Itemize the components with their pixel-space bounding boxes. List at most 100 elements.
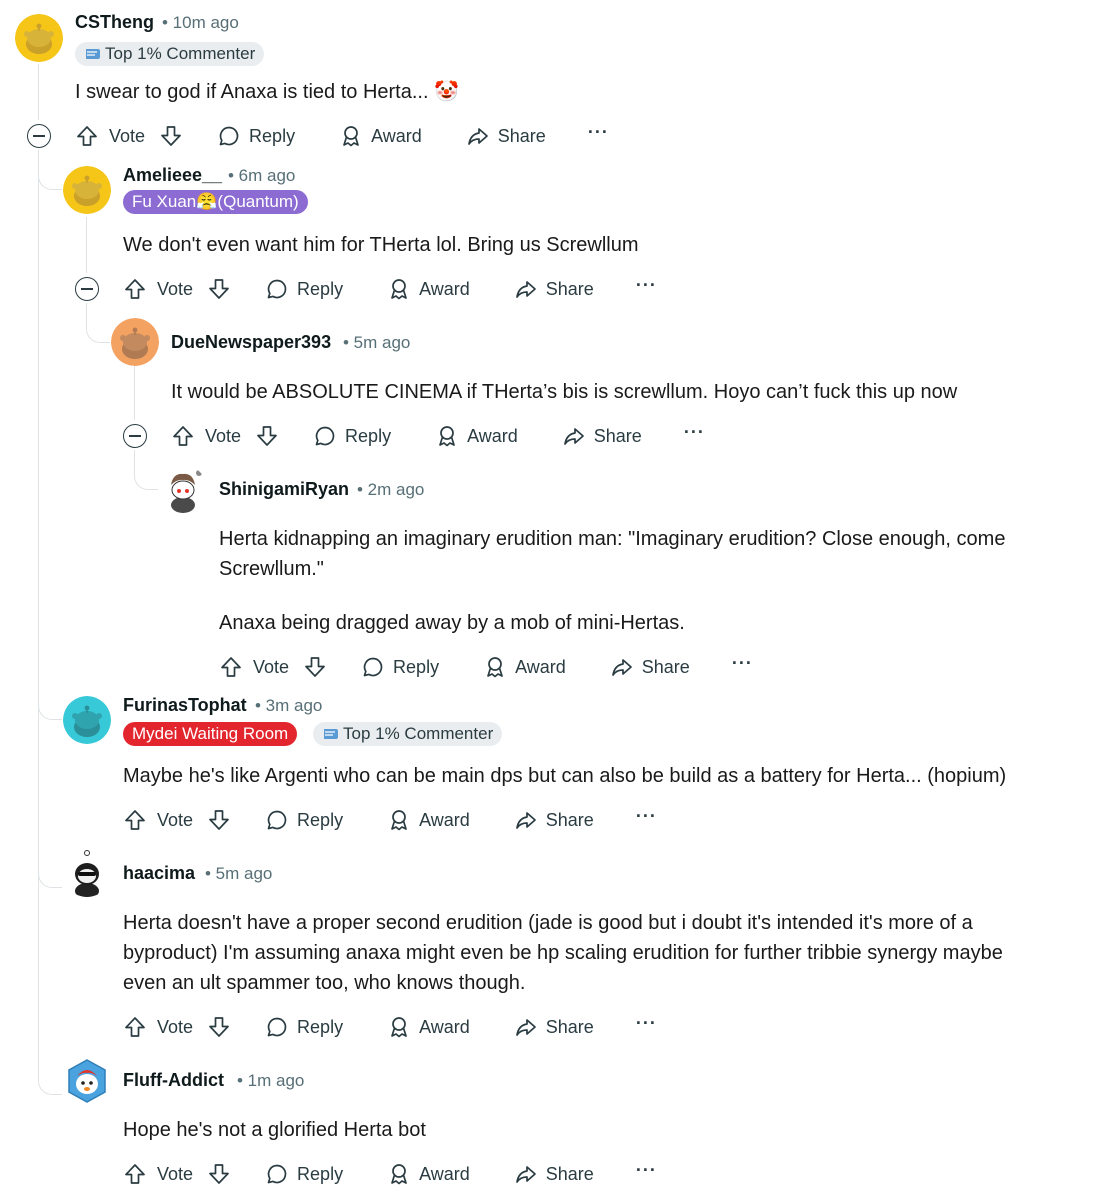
user-flair: Mydei Waiting Room [123,722,298,746]
comment-timestamp[interactable]: • 5m ago [205,864,272,884]
comment-actions: Vote Reply Award Share ··· [171,421,705,451]
comment-username[interactable]: FurinasTophat [123,695,247,716]
comment-username[interactable]: DueNewspaper393 [171,332,331,353]
comment-body-line: even an ult spammer too, who knows thoug… [123,972,526,994]
avatar[interactable] [63,166,111,214]
avatar[interactable] [63,849,111,897]
downvote-button[interactable] [255,424,279,448]
share-arrow-icon [515,281,536,298]
comment-timestamp[interactable]: • 10m ago [162,13,239,33]
share-label: Share [593,425,642,446]
comment-timestamp[interactable]: • 6m ago [228,166,295,186]
more-options-button[interactable]: ··· [636,276,657,298]
thread-connector [38,680,62,720]
more-options-button[interactable]: ··· [636,807,657,829]
comment-timestamp[interactable]: • 5m ago [343,333,410,353]
award-button[interactable]: Award [387,277,470,301]
award-ribbon-icon [391,1164,407,1185]
award-button[interactable]: Award [435,424,518,448]
downvote-button[interactable] [207,1162,231,1186]
upvote-button[interactable] [123,808,147,832]
downvote-button[interactable] [303,655,327,679]
share-button[interactable]: Share [514,808,594,832]
comment-username[interactable]: ShinigamiRyan [219,479,349,500]
share-button[interactable]: Share [562,424,642,448]
award-button[interactable]: Award [387,1162,470,1186]
downvote-button[interactable] [207,1015,231,1039]
upvote-button[interactable] [123,1015,147,1039]
avatar[interactable] [159,465,207,513]
collapse-thread-button[interactable] [123,424,147,448]
more-options-button[interactable]: ··· [636,1161,657,1183]
downvote-button[interactable] [159,124,183,148]
snoo-avatar-icon [63,696,111,744]
comment-username[interactable]: haacima [123,863,195,884]
downvote-button[interactable] [207,277,231,301]
avatar[interactable] [15,14,63,62]
avatar[interactable] [63,696,111,744]
reply-button[interactable]: Reply [265,277,343,301]
share-button[interactable]: Share [514,277,594,301]
downvote-arrow-icon [209,279,229,299]
reply-button[interactable]: Reply [265,808,343,832]
comment-username[interactable]: Amelieee__ [123,165,222,186]
upvote-button[interactable] [123,277,147,301]
reply-label: Reply [297,809,344,830]
share-arrow-icon [563,428,584,445]
reply-label: Reply [393,656,440,677]
comment-username[interactable]: CSTheng [75,12,154,33]
snoo-character-avatar-icon [63,849,111,897]
comment-timestamp[interactable]: • 1m ago [237,1071,304,1091]
award-ribbon-icon [439,426,455,447]
share-button[interactable]: Share [466,124,546,148]
avatar[interactable] [111,318,159,366]
downvote-button[interactable] [207,808,231,832]
reply-button[interactable]: Reply [313,424,391,448]
avatar[interactable] [63,1056,111,1104]
award-button[interactable]: Award [339,124,422,148]
award-button[interactable]: Award [387,1015,470,1039]
comment-actions: Vote Reply Award Share ··· [75,121,609,151]
comment-timestamp[interactable]: • 3m ago [255,696,322,716]
upvote-arrow-icon [125,279,145,299]
more-options-button[interactable]: ··· [588,123,609,145]
reply-label: Reply [345,425,392,446]
upvote-button[interactable] [219,655,243,679]
award-button[interactable]: Award [483,655,566,679]
flair-text: Mydei Waiting Room [132,724,289,743]
share-button[interactable]: Share [514,1015,594,1039]
award-button[interactable]: Award [387,808,470,832]
more-options-button[interactable]: ··· [636,1014,657,1036]
thread-connector [38,150,62,190]
reply-button[interactable]: Reply [217,124,295,148]
reply-button[interactable]: Reply [265,1162,343,1186]
comment-actions: Vote Reply Award Share ··· [219,652,753,682]
flair-text: Top 1% Commenter [343,724,494,743]
award-label: Award [515,656,566,677]
share-label: Share [641,656,690,677]
reply-button[interactable]: Reply [265,1015,343,1039]
share-button[interactable]: Share [610,655,690,679]
award-label: Award [419,1163,470,1184]
share-label: Share [545,1163,594,1184]
more-options-button[interactable]: ··· [684,423,705,445]
comment-timestamp[interactable]: • 2m ago [357,480,424,500]
collapse-thread-button[interactable] [75,277,99,301]
thread-line [38,64,39,120]
share-button[interactable]: Share [514,1162,594,1186]
award-label: Award [419,1016,470,1037]
collapse-thread-button[interactable] [27,124,51,148]
reply-label: Reply [297,1163,344,1184]
award-ribbon-icon [391,1017,407,1038]
reply-label: Reply [297,1016,344,1037]
downvote-arrow-icon [209,810,229,830]
upvote-button[interactable] [75,124,99,148]
comment-username[interactable]: Fluff-Addict [123,1070,224,1091]
reply-button[interactable]: Reply [361,655,439,679]
speech-bubble-icon [267,1164,287,1184]
more-options-button[interactable]: ··· [732,654,753,676]
user-flair: Top 1% Commenter [75,42,265,66]
upvote-button[interactable] [171,424,195,448]
downvote-arrow-icon [209,1164,229,1184]
upvote-button[interactable] [123,1162,147,1186]
